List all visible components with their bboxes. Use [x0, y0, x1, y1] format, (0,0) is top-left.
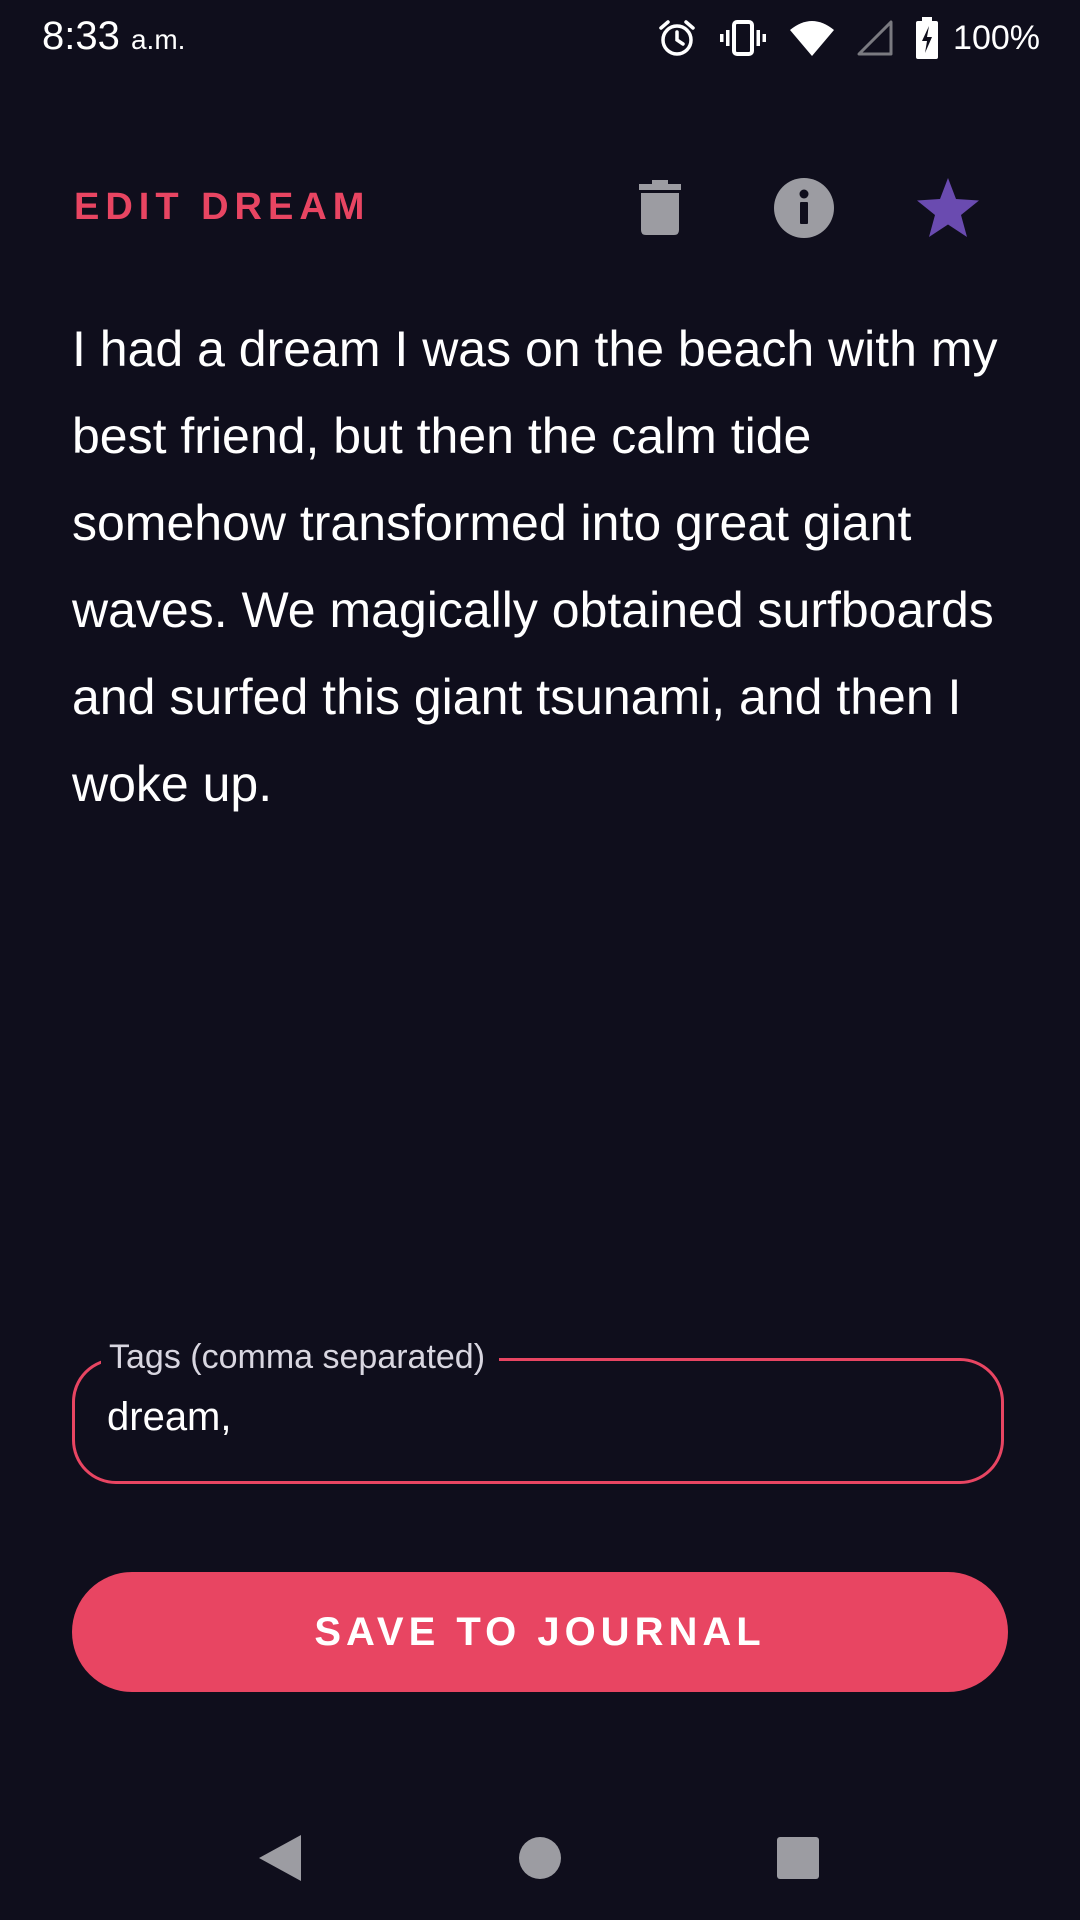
alarm-icon: [657, 18, 697, 58]
back-icon: [257, 1833, 303, 1888]
home-icon: [518, 1836, 562, 1885]
vibrate-icon: [719, 18, 767, 58]
nav-home-button[interactable]: [500, 1820, 580, 1900]
tags-label: Tags (comma separated): [101, 1331, 500, 1383]
info-icon: [773, 177, 835, 244]
favorite-button[interactable]: [908, 170, 988, 250]
header: EDIT DREAM: [0, 150, 1080, 260]
status-bar: 8:33 a.m. 100%: [0, 0, 1080, 80]
star-icon: [916, 177, 980, 244]
status-icons: 100%: [657, 14, 1040, 62]
battery-charging-icon: [915, 17, 939, 59]
delete-button[interactable]: [620, 170, 700, 250]
navigation-bar: [0, 1800, 1080, 1920]
page-title: EDIT DREAM: [74, 186, 371, 228]
recents-icon: [776, 1836, 820, 1885]
tags-field[interactable]: Tags (comma separated): [72, 1331, 1004, 1484]
info-button[interactable]: [764, 170, 844, 250]
battery-percentage: 100%: [953, 18, 1040, 57]
save-to-journal-button[interactable]: SAVE TO JOURNAL: [72, 1572, 1008, 1692]
nav-recents-button[interactable]: [758, 1820, 838, 1900]
trash-icon: [637, 179, 683, 241]
cell-signal-icon: [857, 18, 893, 58]
wifi-icon: [789, 18, 835, 58]
nav-back-button[interactable]: [240, 1820, 320, 1900]
dream-text[interactable]: I had a dream I was on the beach with my…: [72, 306, 1012, 828]
tags-input[interactable]: [107, 1395, 967, 1440]
status-time: 8:33 a.m.: [42, 14, 185, 59]
status-time-ampm: a.m.: [130, 24, 186, 55]
status-time-value: 8:33: [42, 14, 120, 58]
